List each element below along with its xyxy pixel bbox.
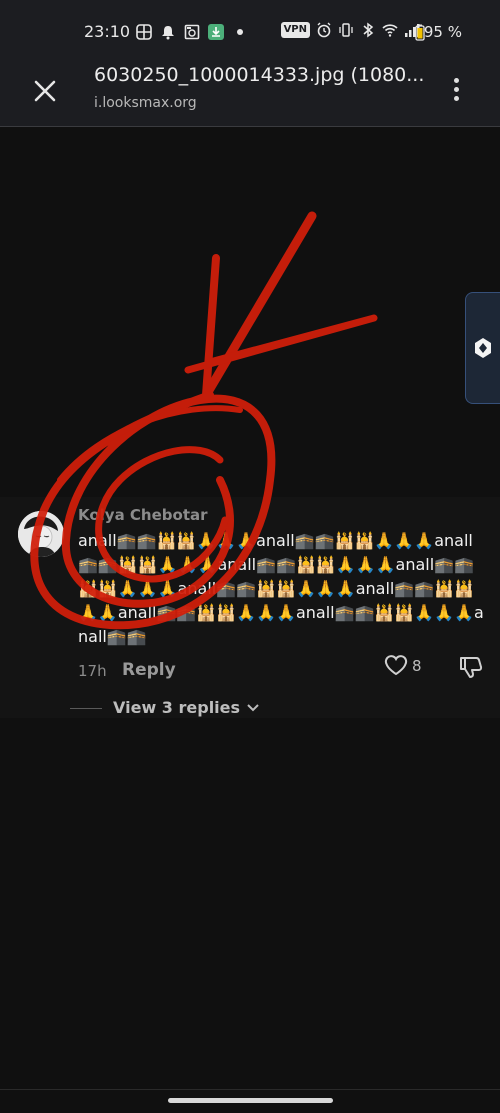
- grid-icon: [136, 24, 152, 40]
- view-replies-button[interactable]: View 3 replies: [113, 698, 260, 717]
- page-title: 6030250_1000014333.jpg (1080...: [94, 64, 424, 86]
- status-icons-right: VPN: [280, 22, 420, 38]
- wifi-icon: [382, 24, 398, 37]
- home-gesture-handle[interactable]: [168, 1098, 333, 1103]
- dot-icon: [237, 29, 243, 35]
- close-button[interactable]: [28, 74, 62, 108]
- bluetooth-icon: [363, 22, 374, 38]
- comment-author[interactable]: Kolya Chebotar: [78, 506, 208, 524]
- replies-divider: [70, 708, 102, 709]
- like-button[interactable]: [384, 653, 408, 677]
- page-url: i.looksmax.org: [94, 95, 197, 111]
- avatar[interactable]: [18, 511, 64, 557]
- chevron-down-icon: [246, 704, 259, 712]
- status-bar: 23:10 VPN 95 %: [0, 0, 500, 62]
- status-icons-left: [136, 22, 248, 42]
- more-vert-icon: [453, 78, 459, 83]
- battery-percent: 95 %: [423, 23, 462, 41]
- cube-icon: [475, 338, 491, 358]
- browser-toolbar: 6030250_1000014333.jpg (1080... i.looksm…: [0, 62, 500, 127]
- dislike-button[interactable]: [458, 654, 484, 680]
- thumbs-down-icon: [460, 657, 483, 678]
- menu-button[interactable]: [446, 74, 466, 104]
- avatar-face-icon: [18, 511, 64, 557]
- comment-text: anall🕋🕋🕌🕌🙏🙏🙏anall🕋🕋🕌🕌🙏🙏🙏anall🕋🕋🕌🕌🙏🙏🙏anal…: [78, 531, 484, 646]
- view-replies-label: View 3 replies: [113, 698, 241, 717]
- status-time: 23:10: [84, 22, 131, 41]
- vpn-icon: VPN: [280, 22, 310, 38]
- vibrate-icon: [339, 23, 353, 37]
- reply-button[interactable]: Reply: [122, 660, 176, 680]
- screenshot-icon: [184, 24, 200, 40]
- like-count: 8: [412, 657, 422, 675]
- navigation-bar: [0, 1089, 500, 1113]
- alarm-icon: [317, 22, 331, 38]
- close-icon: [34, 80, 56, 102]
- side-panel-tab[interactable]: [465, 292, 500, 404]
- bell-icon: [162, 26, 174, 40]
- more-vert-dot: [453, 96, 459, 101]
- heart-icon: [384, 655, 408, 676]
- more-vert-dot: [453, 87, 459, 92]
- download-icon: [208, 24, 224, 40]
- comment-time: 17h: [78, 662, 107, 680]
